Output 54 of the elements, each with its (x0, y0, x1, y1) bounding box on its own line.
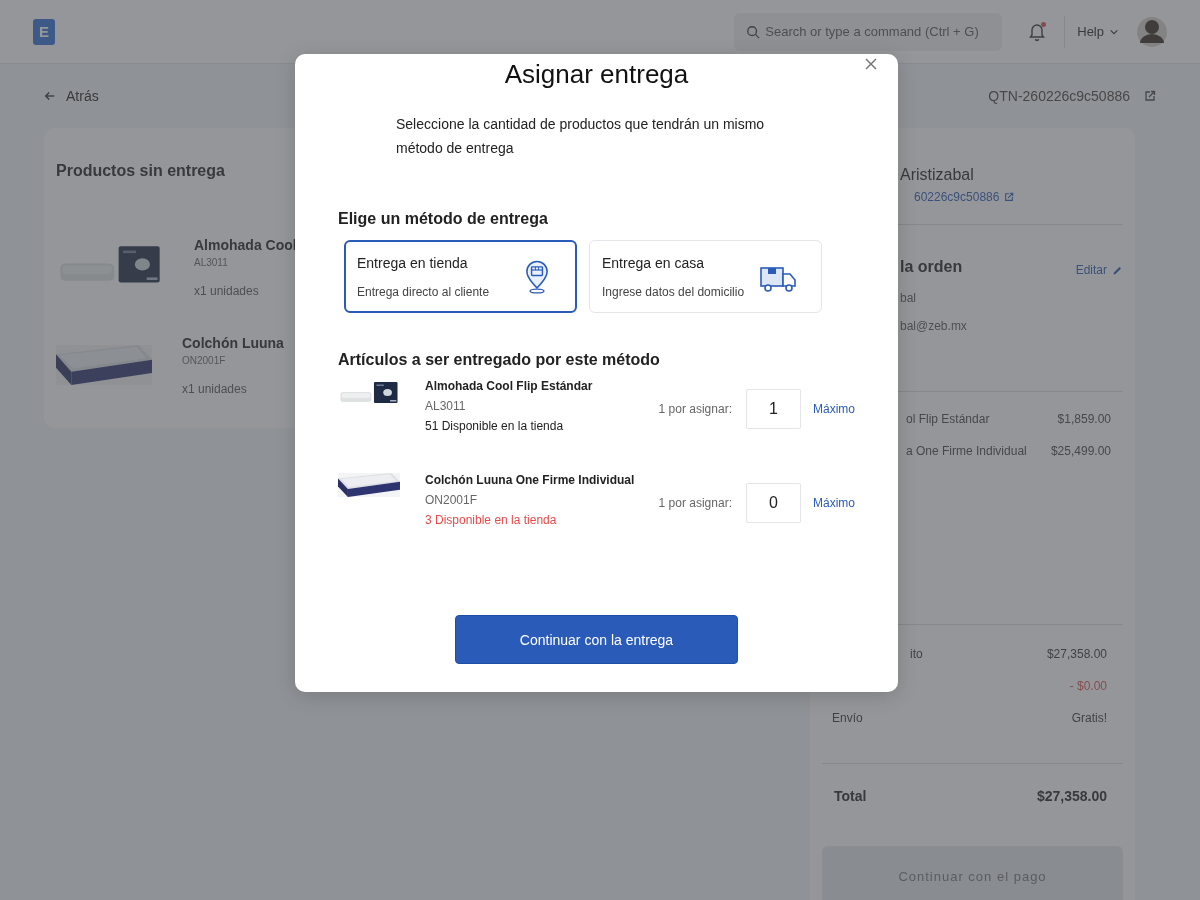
item-name: a One Firme Individual (906, 444, 1027, 458)
product-sku: AL3011 (194, 256, 229, 268)
dialog-instructions: Seleccione la cantidad de productos que tendrán un mismo método de entrega (396, 115, 766, 158)
close-icon (864, 57, 878, 71)
pending-label: 1 por asignar: (658, 402, 732, 416)
stock-availability: 51 Disponible en la tienda (425, 419, 565, 433)
help-menu[interactable]: Help (1077, 24, 1119, 39)
external-link-icon (1004, 192, 1015, 202)
total-label: ito (910, 647, 923, 661)
search-icon (746, 24, 761, 39)
continue-button[interactable]: Continuar con la entrega (455, 615, 738, 664)
store-pin-icon (523, 258, 551, 295)
item-price: $1,859.00 (1057, 412, 1111, 426)
total-value: Gratis! (1071, 711, 1107, 725)
pencil-icon (1112, 264, 1123, 276)
product-quantity: x1 unidades (194, 283, 260, 298)
item-name: ol Flip Estándar (906, 412, 990, 426)
total-value: $27,358.00 (1046, 647, 1107, 661)
delivery-option-card[interactable]: Entrega en tienda Entrega directo al cliente (344, 240, 577, 313)
product-quantity: x1 unidades (182, 381, 248, 396)
customer-name: Aristizabal (899, 166, 975, 184)
contact-info: bal@zeb.mx (899, 319, 968, 333)
total-value: $27,358.00 (1036, 788, 1107, 804)
external-link-icon (1144, 90, 1156, 102)
pending-label: 1 por asignar: (658, 496, 732, 510)
maximum-link[interactable]: Máximo (813, 496, 855, 510)
quote-id: QTN-260226c9c50886 (988, 88, 1130, 104)
maximum-link[interactable]: Máximo (813, 402, 855, 416)
product-sku: ON2001F (425, 493, 479, 507)
notification-button[interactable] (1028, 21, 1047, 42)
product-name: Colchón Luuna (182, 334, 284, 351)
discount-value: - $0.00 (1069, 679, 1107, 693)
item-price: $25,499.00 (1050, 444, 1111, 458)
total-label: Envío (832, 711, 863, 725)
section-heading: Artículos a ser entregado por este método (338, 351, 661, 369)
back-arrow-icon (44, 90, 56, 102)
section-title: la orden (900, 258, 963, 276)
close-button[interactable] (864, 57, 878, 71)
quantity-input[interactable]: 0 (746, 483, 801, 523)
stock-availability: 3 Disponible en la tienda (425, 513, 558, 527)
dialog-title: Asignar entrega (503, 58, 690, 91)
delivery-option-card[interactable]: Entrega en casa Ingrese datos del domicilio (589, 240, 822, 313)
back-link[interactable]: Atrás (44, 88, 99, 104)
product-name: Almohada Cool Flip Estándar (425, 379, 594, 393)
panel-title: Productos sin entrega (56, 162, 226, 180)
product-sku: ON2001F (182, 354, 227, 366)
quantity-input[interactable]: 1 (746, 389, 801, 429)
contact-info: bal (899, 291, 917, 305)
total-label: Total (834, 788, 867, 804)
product-name: Colchón Luuna One Firme Individual (425, 473, 636, 487)
search-field[interactable]: Search or type a command (Ctrl + G) (734, 12, 1003, 51)
bell-icon (1028, 21, 1047, 42)
product-sku: AL3011 (425, 399, 467, 413)
section-heading: Elige un método de entrega (338, 210, 549, 228)
